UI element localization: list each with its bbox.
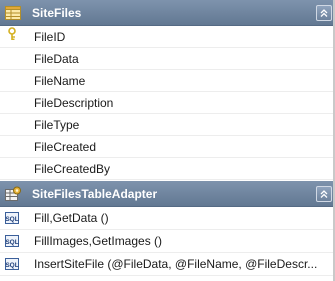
column-name: FileCreatedBy [34, 161, 111, 176]
svg-text:SQL: SQL [5, 216, 18, 223]
adapter-title: SiteFilesTableAdapter [32, 186, 158, 201]
column-name: FileDescription [34, 95, 114, 110]
method-label: Fill,GetData () [34, 211, 109, 225]
method-list: SQL Fill,GetData () SQL FillImages,GetIm… [0, 207, 335, 276]
method-label: FillImages,GetImages () [34, 234, 163, 248]
svg-text:SQL: SQL [5, 262, 18, 269]
column-row-filecreatedby[interactable]: FileCreatedBy [0, 158, 335, 180]
column-name: FileData [34, 51, 79, 66]
column-row-filedescription[interactable]: FileDescription [0, 92, 335, 114]
column-row-filedata[interactable]: FileData [0, 48, 335, 70]
column-row-filecreated[interactable]: FileCreated [0, 136, 335, 158]
sql-query-icon: SQL [0, 254, 24, 275]
column-row-filename[interactable]: FileName [0, 70, 335, 92]
sql-query-icon: SQL [0, 208, 24, 229]
double-chevron-up-icon[interactable] [316, 5, 332, 21]
column-name: FileID [34, 29, 66, 44]
sql-query-icon: SQL [0, 231, 24, 252]
double-chevron-up-icon[interactable] [316, 186, 332, 202]
column-name: FileName [34, 73, 86, 88]
method-row-fillimages[interactable]: SQL FillImages,GetImages () [0, 230, 335, 253]
method-row-insertsitefile[interactable]: SQL InsertSiteFile (@FileData, @FileName… [0, 253, 335, 276]
column-name: FileType [34, 117, 80, 132]
adapter-header[interactable]: SiteFilesTableAdapter [0, 181, 335, 207]
column-row-filetype[interactable]: FileType [0, 114, 335, 136]
column-name: FileCreated [34, 139, 97, 154]
table-title: SiteFiles [32, 5, 82, 20]
table-adapter-icon [0, 181, 26, 206]
method-label: InsertSiteFile (@FileData, @FileName, @F… [34, 257, 318, 271]
column-row-fileid[interactable]: FileID [0, 26, 335, 48]
table-header[interactable]: SiteFiles [0, 0, 335, 26]
table-grid-icon [0, 0, 26, 25]
dataset-designer: SiteFiles FileID FileData FileName FileD… [0, 0, 335, 281]
svg-text:SQL: SQL [5, 239, 18, 246]
column-list: FileID FileData FileName FileDescription… [0, 26, 335, 180]
method-row-fill[interactable]: SQL Fill,GetData () [0, 207, 335, 230]
